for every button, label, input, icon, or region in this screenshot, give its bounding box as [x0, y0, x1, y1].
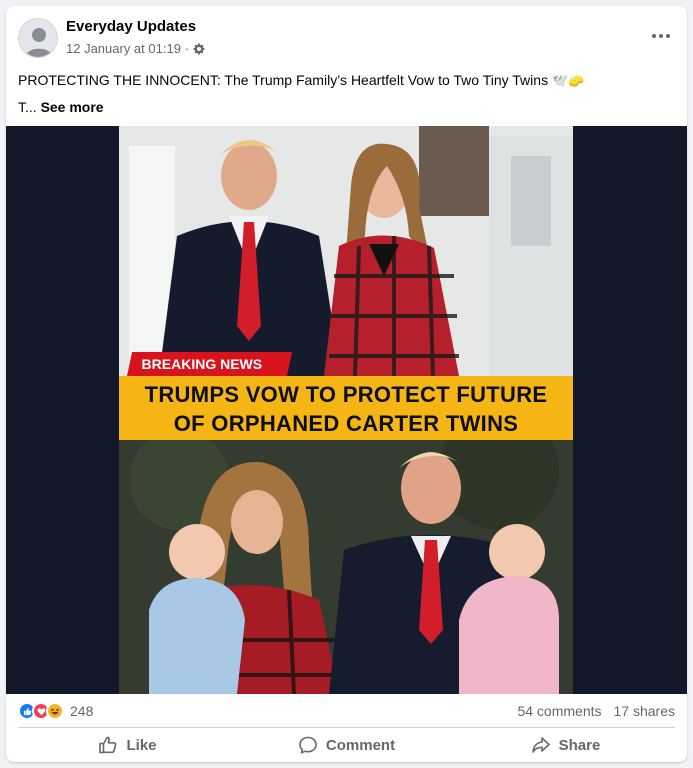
like-label: Like: [126, 736, 157, 754]
actions-divider: [18, 727, 675, 728]
like-button[interactable]: Like: [18, 729, 237, 761]
post-actions: Like Comment Share: [18, 729, 675, 761]
caption-text: PROTECTING THE INNOCENT: The Trump Famil…: [18, 72, 549, 88]
comments-count[interactable]: 54 comments: [517, 703, 601, 719]
post-card: Everyday Updates 12 January at 01:19 · P…: [6, 6, 687, 762]
thumbs-up-icon: [99, 736, 117, 754]
caption-truncated: T...: [18, 99, 37, 115]
share-label: Share: [558, 736, 601, 754]
more-options-icon: [652, 34, 670, 38]
headline-line-2: OF ORPHANED CARTER TWINS: [173, 411, 519, 436]
post-image[interactable]: BREAKING NEWS TRUMPS VOW TO PROTECT FUTU…: [119, 126, 573, 694]
breaking-news-tag: BREAKING NEWS: [127, 352, 293, 376]
headline-line-1: TRUMPS VOW TO PROTECT FUTURE: [144, 382, 548, 407]
avatar[interactable]: [18, 18, 58, 58]
gear-icon: [193, 43, 205, 55]
post-meta: 12 January at 01:19 ·: [66, 41, 205, 56]
haha-icon: [46, 702, 64, 720]
meta-separator: ·: [184, 41, 190, 56]
share-arrow-icon: [531, 737, 550, 753]
caption-emojis: 🕊️🧽: [551, 73, 585, 88]
image-bottom-photo: [119, 410, 573, 694]
comment-bubble-icon: [299, 736, 317, 754]
post-media[interactable]: BREAKING NEWS TRUMPS VOW TO PROTECT FUTU…: [6, 126, 687, 694]
comment-button[interactable]: Comment: [237, 729, 456, 761]
engagement-stats: 54 comments 17 shares: [517, 703, 675, 719]
image-top-photo: [119, 126, 573, 377]
shares-count[interactable]: 17 shares: [614, 703, 675, 719]
headline-banner: TRUMPS VOW TO PROTECT FUTURE OF ORPHANED…: [119, 376, 573, 440]
page-name[interactable]: Everyday Updates: [66, 18, 196, 35]
reaction-summary[interactable]: 248: [18, 702, 93, 720]
post-timestamp[interactable]: 12 January at 01:19: [66, 41, 181, 56]
post-caption: PROTECTING THE INNOCENT: The Trump Famil…: [18, 67, 668, 121]
comment-label: Comment: [325, 736, 396, 754]
more-options-button[interactable]: [647, 22, 675, 50]
see-more-link[interactable]: See more: [41, 99, 104, 115]
avatar-placeholder-icon: [19, 19, 57, 57]
share-button[interactable]: Share: [456, 729, 675, 761]
engagement-bar: 248 54 comments 17 shares: [18, 700, 675, 722]
reaction-count[interactable]: 248: [70, 703, 93, 719]
